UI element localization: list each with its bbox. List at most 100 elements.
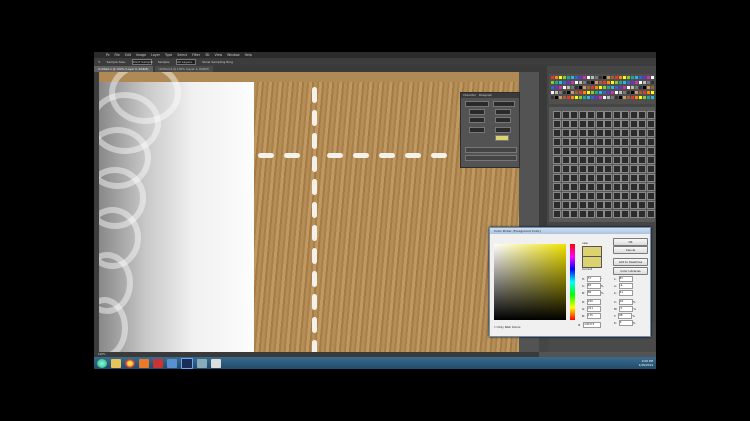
style-preset-tile[interactable] xyxy=(604,111,612,119)
taskbar-clock[interactable]: 2:00 PM 1/26/2014 xyxy=(639,359,653,367)
swatch-chip[interactable] xyxy=(563,76,566,79)
collapsed-panels-strip[interactable] xyxy=(539,66,547,226)
swatch-chip[interactable] xyxy=(647,96,650,99)
swatch-chip[interactable] xyxy=(619,81,622,84)
style-preset-tile[interactable] xyxy=(604,138,612,146)
style-preset-tile[interactable] xyxy=(629,138,638,146)
style-preset-tile[interactable] xyxy=(595,129,604,137)
style-preset-tile[interactable] xyxy=(638,129,646,137)
swatch-chip[interactable] xyxy=(595,91,598,94)
swatch-chip[interactable] xyxy=(635,86,638,89)
swatch-chip[interactable] xyxy=(571,81,574,84)
style-preset-tile[interactable] xyxy=(604,129,612,137)
swatch-chip[interactable] xyxy=(555,81,558,84)
swatch-chip[interactable] xyxy=(623,81,626,84)
style-preset-tile[interactable] xyxy=(638,120,646,128)
swatch-chip[interactable] xyxy=(619,91,622,94)
hex-input[interactable]: ddd373 xyxy=(583,322,602,328)
swatch-chip[interactable] xyxy=(591,76,594,79)
style-preset-tile[interactable] xyxy=(629,183,638,191)
menu-filter[interactable]: Filter xyxy=(192,53,200,57)
style-preset-tile[interactable] xyxy=(612,192,621,200)
swatch-chip[interactable] xyxy=(635,76,638,79)
style-preset-tile[interactable] xyxy=(570,129,578,137)
style-preset-tile[interactable] xyxy=(595,174,604,182)
style-preset-tile[interactable] xyxy=(561,201,570,209)
swatch-chip[interactable] xyxy=(619,86,622,89)
style-preset-tile[interactable] xyxy=(621,147,629,155)
style-preset-tile[interactable] xyxy=(553,210,561,218)
swatch-chip[interactable] xyxy=(607,76,610,79)
style-preset-tile[interactable] xyxy=(621,111,629,119)
style-preset-tile[interactable] xyxy=(612,120,621,128)
swatch-chip[interactable] xyxy=(559,91,562,94)
color-libraries-button[interactable]: Color Libraries xyxy=(613,267,648,275)
style-preset-tile[interactable] xyxy=(612,138,621,146)
swatch-chip[interactable] xyxy=(551,81,554,84)
swatch-chip[interactable] xyxy=(639,81,642,84)
type-style-buttons[interactable] xyxy=(465,147,517,153)
style-preset-tile[interactable] xyxy=(561,147,570,155)
menu-select[interactable]: Select xyxy=(177,53,187,57)
swatch-chip[interactable] xyxy=(631,81,634,84)
style-preset-tile[interactable] xyxy=(621,156,629,164)
swatch-chip[interactable] xyxy=(603,96,606,99)
swatch-chip[interactable] xyxy=(647,76,650,79)
swatch-chip[interactable] xyxy=(563,81,566,84)
swatch-chip[interactable] xyxy=(607,91,610,94)
menu-layer[interactable]: Layer xyxy=(151,53,160,57)
swatch-chip[interactable] xyxy=(627,91,630,94)
style-preset-tile[interactable] xyxy=(561,111,570,119)
swatch-chip[interactable] xyxy=(575,81,578,84)
hue-slider[interactable] xyxy=(570,244,575,320)
swatch-chip[interactable] xyxy=(643,81,646,84)
style-preset-tile[interactable] xyxy=(646,129,655,137)
style-preset-tile[interactable] xyxy=(621,138,629,146)
style-preset-tile[interactable] xyxy=(570,120,578,128)
style-preset-tile[interactable] xyxy=(595,138,604,146)
font-style-field[interactable] xyxy=(493,101,515,107)
swatch-chip[interactable] xyxy=(647,81,650,84)
swatch-chip[interactable] xyxy=(555,86,558,89)
style-preset-tile[interactable] xyxy=(595,210,604,218)
swatch-chip[interactable] xyxy=(603,81,606,84)
style-preset-tile[interactable] xyxy=(604,183,612,191)
style-preset-tile[interactable] xyxy=(553,138,561,146)
swatch-chip[interactable] xyxy=(555,96,558,99)
swatch-chip[interactable] xyxy=(619,96,622,99)
style-preset-tile[interactable] xyxy=(561,183,570,191)
style-preset-tile[interactable] xyxy=(612,201,621,209)
tracking-field[interactable] xyxy=(495,117,511,123)
style-preset-tile[interactable] xyxy=(629,201,638,209)
style-preset-tile[interactable] xyxy=(578,192,587,200)
swatch-chip[interactable] xyxy=(603,91,606,94)
style-preset-tile[interactable] xyxy=(646,111,655,119)
style-preset-tile[interactable] xyxy=(612,111,621,119)
chrome-icon[interactable] xyxy=(125,358,135,368)
swatch-chip[interactable] xyxy=(635,96,638,99)
style-preset-tile[interactable] xyxy=(638,192,646,200)
swatch-chip[interactable] xyxy=(583,96,586,99)
style-preset-tile[interactable] xyxy=(553,192,561,200)
style-preset-tile[interactable] xyxy=(578,174,587,182)
style-preset-tile[interactable] xyxy=(612,183,621,191)
style-preset-tile[interactable] xyxy=(621,183,629,191)
swatch-chip[interactable] xyxy=(551,86,554,89)
menu-view[interactable]: View xyxy=(215,53,223,57)
swatch-chip[interactable] xyxy=(611,81,614,84)
style-preset-tile[interactable] xyxy=(553,165,561,173)
style-preset-tile[interactable] xyxy=(604,192,612,200)
swatch-chip[interactable] xyxy=(631,86,634,89)
swatch-chip[interactable] xyxy=(627,86,630,89)
style-preset-tile[interactable] xyxy=(561,138,570,146)
style-preset-tile[interactable] xyxy=(612,174,621,182)
swatch-chip[interactable] xyxy=(583,91,586,94)
menu-edit[interactable]: Edit xyxy=(125,53,131,57)
swatch-chip[interactable] xyxy=(559,96,562,99)
y-input[interactable]: 68 xyxy=(618,313,633,319)
font-family-field[interactable] xyxy=(465,101,489,107)
style-preset-tile[interactable] xyxy=(570,183,578,191)
swatch-chip[interactable] xyxy=(615,81,618,84)
swatch-chip[interactable] xyxy=(611,96,614,99)
swatch-chip[interactable] xyxy=(583,81,586,84)
